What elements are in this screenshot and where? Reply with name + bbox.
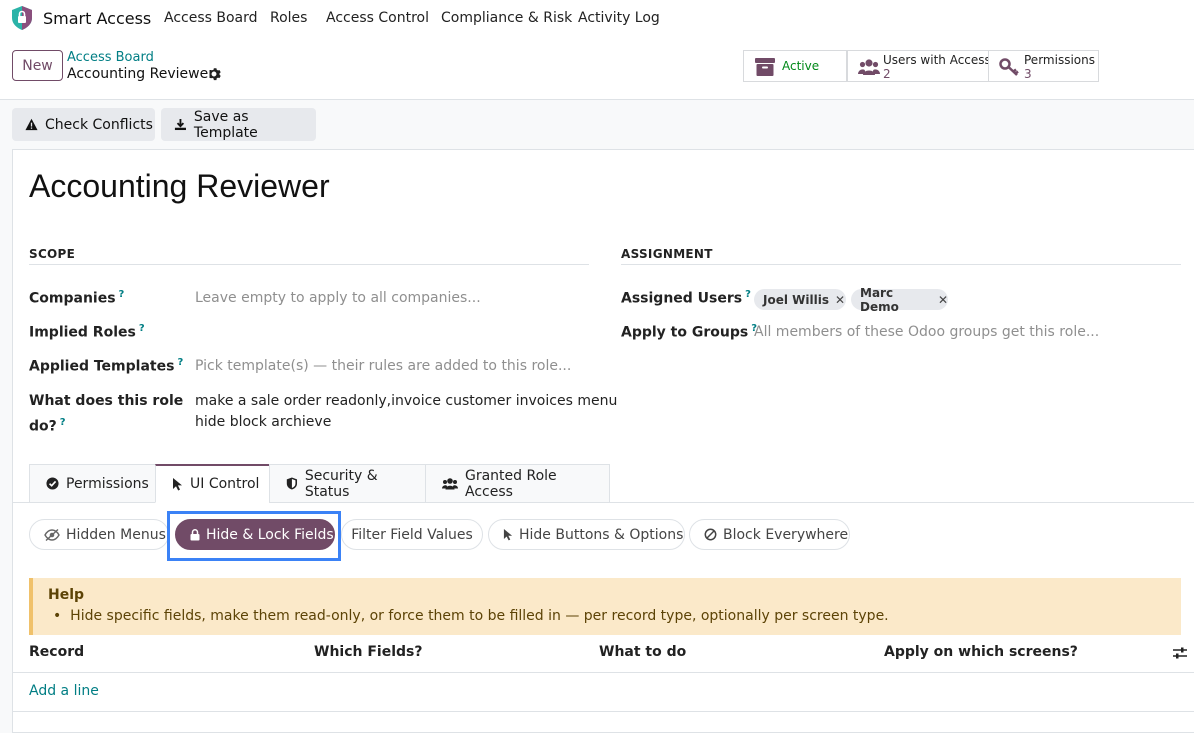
eye-slash-icon [44,528,60,541]
subtab-hidden-menus[interactable]: Hidden Menus [29,519,169,550]
user-tag: Marc Demo ✕ [851,286,948,314]
subtab-block-everywhere[interactable]: Block Everywhere [689,519,850,550]
scope-heading: SCOPE [29,247,76,261]
column-header-apply-screens[interactable]: Apply on which screens? [884,644,1078,660]
tab-label: Permissions [66,475,149,492]
help-tooltip-icon[interactable]: ? [60,417,66,428]
check-circle-icon [46,477,59,490]
add-a-line-link[interactable]: Add a line [29,683,99,699]
tab-permissions[interactable]: Permissions [29,464,156,503]
help-tooltip-icon[interactable]: ? [119,289,125,300]
record-title[interactable]: Accounting Reviewer [29,168,330,205]
users-with-access-stat-button[interactable]: Users with Access 2 [847,50,991,82]
applied-templates-label: Applied Templates? [29,357,184,375]
remove-tag-icon[interactable]: ✕ [835,293,845,307]
nav-access-control[interactable]: Access Control [326,10,429,26]
help-title: Help [48,587,85,603]
subtab-filter-field-values[interactable]: Filter Field Values [341,519,483,550]
shield-lock-icon[interactable] [10,5,34,31]
ban-icon [704,528,717,541]
help-tooltip-icon[interactable]: ? [139,323,145,334]
user-tag-label: Joel Willis [763,292,829,307]
nav-compliance-risk[interactable]: Compliance & Risk [441,10,572,26]
list-footer-divider [13,711,1194,712]
save-as-template-button[interactable]: Save as Template [161,108,316,141]
assignment-divider [621,264,1181,265]
sliders-icon[interactable] [1172,645,1188,661]
breadcrumb-parent[interactable]: Access Board [67,50,154,65]
user-tag-label: Marc Demo [860,285,899,314]
assignment-heading: ASSIGNMENT [621,247,713,261]
permissions-stat-count: 3 [1024,67,1032,81]
help-tooltip-icon[interactable]: ? [745,289,751,300]
scope-divider [29,264,589,265]
tab-label: Security & Status [304,467,378,500]
implied-roles-input[interactable] [195,322,585,344]
active-stat-label: Active [782,59,820,73]
column-header-record[interactable]: Record [29,644,84,660]
user-tag: Joel Willis ✕ [754,289,846,310]
help-text: • Hide specific fields, make them read-o… [53,608,889,624]
users-stat-count: 2 [883,67,891,81]
nav-access-board[interactable]: Access Board [164,10,258,26]
download-icon [174,118,186,131]
companies-label: Companies? [29,289,125,307]
what-does-role-do-textarea[interactable]: make a sale order readonly,invoice custo… [195,391,617,433]
implied-roles-label: Implied Roles? [29,323,145,341]
cursor-icon [173,478,182,491]
remove-tag-icon[interactable]: ✕ [938,293,948,307]
check-conflicts-label: Check Conflicts [45,116,153,133]
save-as-template-label: Save as Template [193,108,258,141]
subtab-label: Hide Buttons & Options [519,526,684,543]
check-conflicts-button[interactable]: Check Conflicts [12,108,155,141]
subtab-label: Hidden Menus [66,526,166,543]
users-icon [858,59,880,75]
permissions-stat-label: Permissions [1024,53,1095,67]
users-icon [442,478,458,490]
shield-icon [286,477,298,490]
tab-label: UI Control [190,476,260,492]
list-header-divider [13,672,1194,673]
breadcrumb-current: Accounting Reviewer [67,66,214,82]
app-brand[interactable]: Smart Access [43,9,151,28]
tab-label: Granted Role Access [465,467,557,500]
active-stat-button[interactable]: Active [743,50,847,82]
tab-ui-control[interactable]: UI Control [155,464,270,503]
assigned-users-label: Assigned Users? [621,289,751,307]
column-header-which-fields[interactable]: Which Fields? [314,644,422,660]
key-icon [999,58,1019,76]
gear-icon[interactable] [207,67,221,81]
nav-roles[interactable]: Roles [270,10,307,26]
cursor-icon [503,529,513,541]
archive-icon [755,58,775,76]
subtab-label: Filter Field Values [351,526,473,543]
column-header-what-to-do[interactable]: What to do [599,644,686,660]
warning-icon [25,118,38,131]
users-stat-label: Users with Access [883,53,991,67]
what-does-role-do-label: What does this role do?? [29,393,184,435]
companies-input[interactable]: Leave empty to apply to all companies... [195,290,481,306]
applied-templates-input[interactable]: Pick template(s) — their rules are added… [195,358,571,374]
subtab-label: Block Everywhere [723,526,849,543]
subtab-hide-buttons-options[interactable]: Hide Buttons & Options [488,519,685,550]
tab-security-status[interactable]: Security & Status [269,464,426,503]
apply-to-groups-label: Apply to Groups? [621,323,758,341]
tab-granted-role-access[interactable]: Granted Role Access [425,464,610,503]
nav-activity-log[interactable]: Activity Log [578,10,660,26]
top-navbar: Smart Access Access Board Roles Access C… [0,0,1194,36]
apply-to-groups-input[interactable]: All members of these Odoo groups get thi… [754,324,1099,340]
selection-highlight [167,511,341,561]
help-alert [29,578,1181,635]
permissions-stat-button[interactable]: Permissions 3 [988,50,1099,82]
new-button[interactable]: New [12,50,63,81]
help-tooltip-icon[interactable]: ? [177,357,183,368]
